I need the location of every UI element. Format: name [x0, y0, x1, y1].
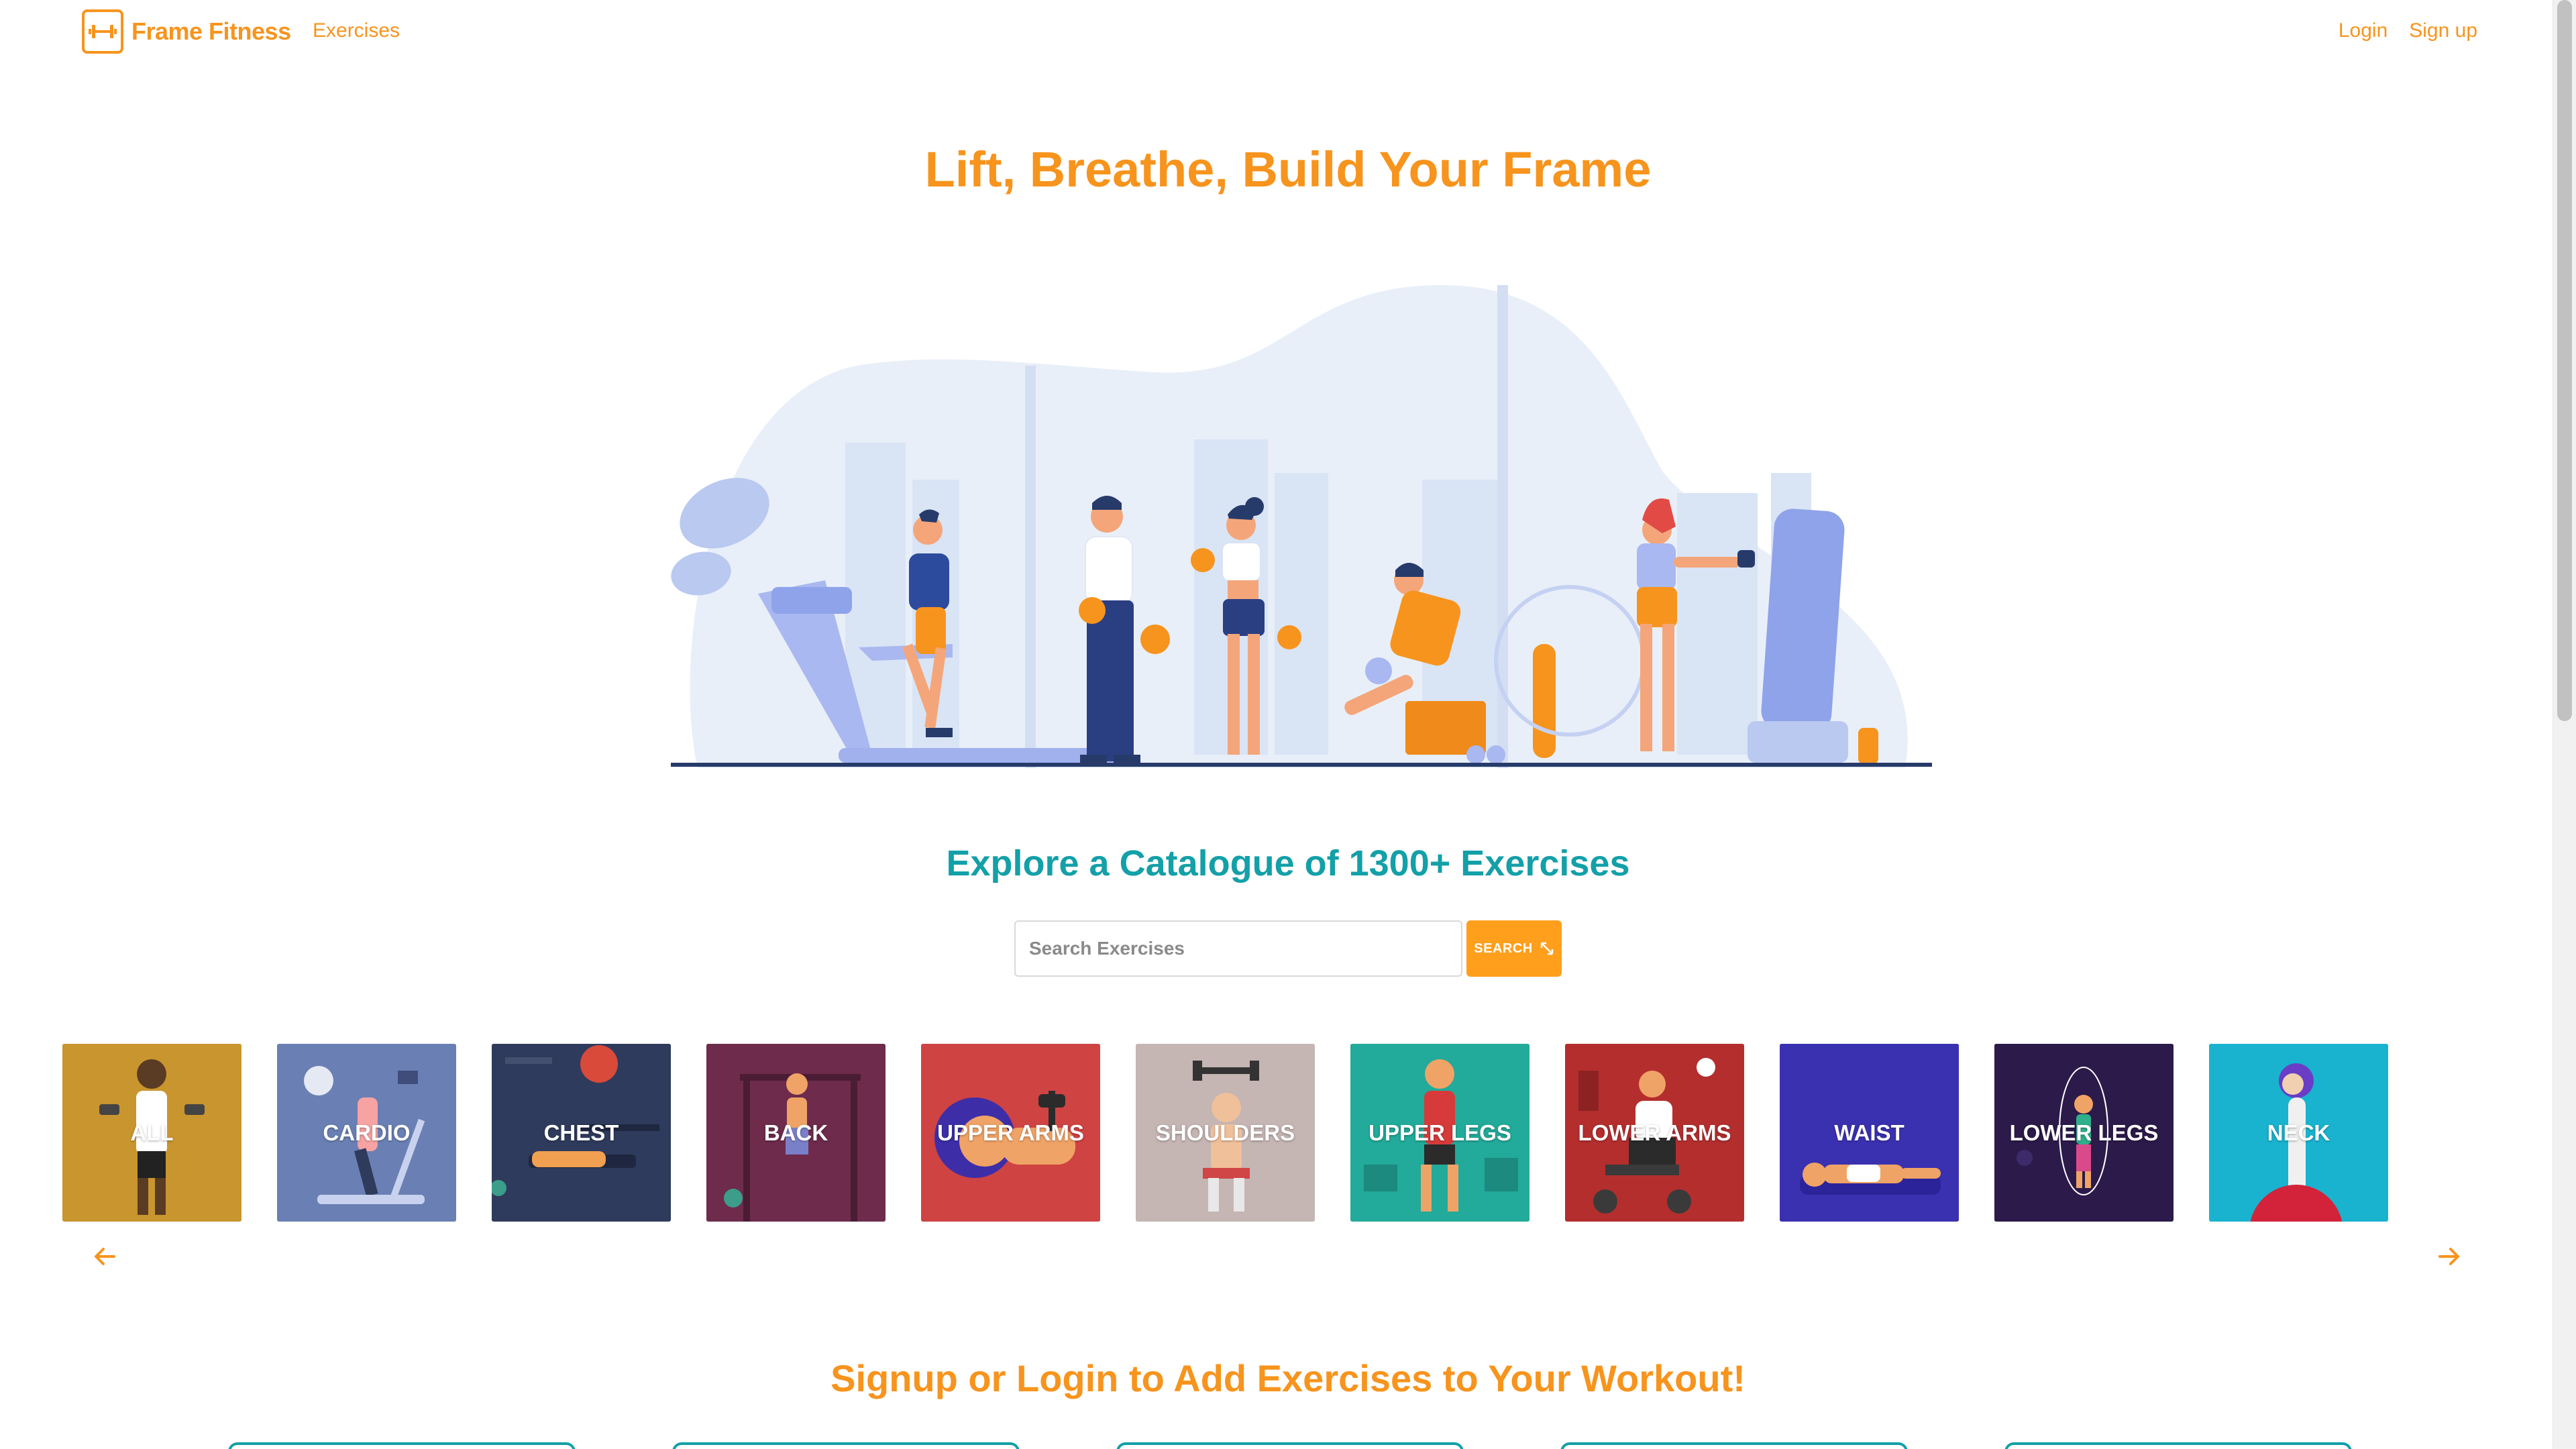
workout-card[interactable]: [1116, 1442, 1464, 1449]
category-label: UPPER ARMS: [937, 1120, 1084, 1145]
search-bar: SEARCH: [1014, 920, 1562, 977]
category-label: CARDIO: [323, 1120, 411, 1145]
category-card-lower-legs[interactable]: LOWER LEGS: [1994, 1044, 2174, 1222]
category-card-back[interactable]: BACK: [706, 1044, 885, 1222]
category-label: WAIST: [1834, 1120, 1904, 1145]
category-card-cardio[interactable]: CARDIO: [277, 1044, 456, 1222]
arrow-left-icon: [95, 1248, 115, 1265]
scrollbar-thumb[interactable]: [2557, 0, 2572, 721]
workout-card[interactable]: [672, 1442, 1020, 1449]
signup-link[interactable]: Sign up: [2409, 19, 2477, 42]
category-card-all[interactable]: ALL: [62, 1044, 241, 1222]
category-card-neck[interactable]: NECK: [2209, 1044, 2388, 1222]
search-button[interactable]: SEARCH: [1466, 920, 1562, 977]
category-label: CHEST: [543, 1120, 619, 1145]
workout-card[interactable]: [1560, 1442, 1908, 1449]
category-label: ALL: [130, 1120, 174, 1145]
auth-links: Login Sign up: [2339, 19, 2477, 42]
category-label: UPPER LEGS: [1368, 1120, 1511, 1145]
category-label: LOWER LEGS: [2009, 1120, 2159, 1145]
hero-title: Lift, Breathe, Build Your Frame: [924, 142, 1652, 197]
category-card-upper-arms[interactable]: UPPER ARMS: [921, 1044, 1100, 1222]
category-label: NECK: [2267, 1120, 2330, 1145]
category-card-waist[interactable]: WAIST: [1780, 1044, 1959, 1222]
category-carousel: ALL CARDIO CHEST BACK UPPER ARMS SHOULDE…: [62, 1044, 2388, 1222]
category-label: LOWER ARMS: [1578, 1120, 1731, 1145]
category-card-upper-legs[interactable]: UPPER LEGS: [1350, 1044, 1529, 1222]
arrow-right-icon: [2438, 1248, 2459, 1265]
signup-prompt-title: Signup or Login to Add Exercises to Your…: [830, 1357, 1746, 1399]
carousel-left-arrow[interactable]: [88, 1240, 121, 1273]
carousel-right-arrow[interactable]: [2432, 1240, 2466, 1273]
dumbbell-icon: [82, 9, 123, 54]
top-navbar: Frame Fitness Exercises Login Sign up: [0, 0, 2553, 62]
explore-title: Explore a Catalogue of 1300+ Exercises: [946, 843, 1630, 883]
workout-card[interactable]: [228, 1442, 576, 1449]
nav-link-exercises[interactable]: Exercises: [313, 19, 400, 42]
brand-name: Frame Fitness: [131, 17, 291, 45]
gym-illustration: [671, 272, 1932, 771]
category-label: BACK: [763, 1120, 828, 1145]
page-scrollbar[interactable]: [2553, 0, 2576, 1449]
brand-logo-link[interactable]: Frame Fitness: [82, 9, 291, 54]
login-link[interactable]: Login: [2339, 19, 2387, 42]
expand-arrows-icon: [1540, 942, 1553, 955]
category-card-chest[interactable]: CHEST: [492, 1044, 671, 1222]
category-label: SHOULDERS: [1155, 1120, 1295, 1145]
workout-card[interactable]: [2004, 1442, 2352, 1449]
category-card-lower-arms[interactable]: LOWER ARMS: [1565, 1044, 1744, 1222]
category-card-shoulders[interactable]: SHOULDERS: [1136, 1044, 1315, 1222]
search-button-label: SEARCH: [1474, 941, 1533, 956]
workout-cards-row: [228, 1442, 2352, 1449]
search-exercises-input[interactable]: [1014, 920, 1462, 977]
